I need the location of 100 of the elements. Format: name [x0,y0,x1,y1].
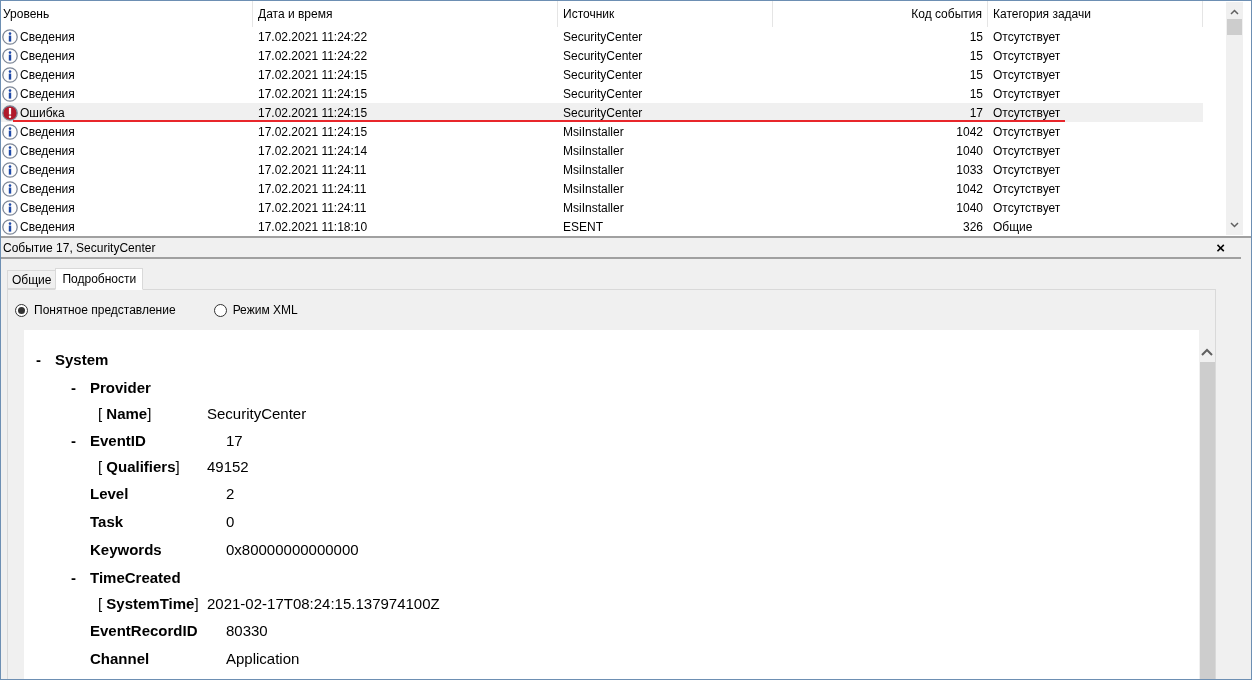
field-name: EventID [90,430,147,451]
scroll-up-icon[interactable] [1230,9,1239,15]
table-cell-text: SecurityCenter [563,28,643,46]
scroll-up-icon[interactable] [1201,348,1213,356]
table-cell-text: 17.02.2021 11:24:14 [258,142,368,160]
table-cell-text: 1042 [956,123,983,141]
table-cell-text: SecurityCenter [563,104,643,122]
table-cell-text: Отсутствует [993,85,1061,103]
table-cell-text: Отсутствует [993,142,1061,160]
table-cell-text: Отсутствует [993,199,1061,217]
table-cell-text: MsiInstaller [563,161,624,179]
table-cell-text: MsiInstaller [563,180,624,198]
info-icon [2,66,18,83]
collapse-toggle[interactable]: - [71,429,76,453]
scroll-down-icon[interactable] [1230,222,1239,228]
field-name: Task [90,511,125,532]
info-icon [2,180,18,197]
table-cell-text: 17.02.2021 11:24:22 [258,47,368,65]
field-name: EventRecordID [90,620,199,641]
field-value: 0 [225,511,235,532]
field-name: TimeCreated [90,567,182,588]
attribute-name: [ Name] [98,404,153,425]
table-cell-text: Сведения [20,199,75,217]
table-cell-text: MsiInstaller [563,123,624,141]
table-cell-text: Сведения [20,123,75,141]
table-cell-text: 17.02.2021 11:24:15 [258,104,368,122]
info-icon [2,85,18,102]
info-icon [2,47,18,64]
field-value: 17 [225,430,243,451]
table-cell-text: Отсутствует [993,104,1061,122]
info-icon [2,218,18,235]
table-cell-text: Сведения [20,85,75,103]
table-cell-text: Сведения [20,218,75,236]
table-cell-text: 17.02.2021 11:24:15 [258,123,368,141]
field-value: SecurityCenter [206,404,307,425]
field-name: Channel [90,648,151,669]
table-cell-text: 15 [969,85,983,103]
table-cell-text: 17.02.2021 11:24:22 [258,28,368,46]
radio-option[interactable]: Режим XML [213,301,298,319]
table-cell-text: Отсутствует [993,66,1061,84]
table-cell-text: MsiInstaller [563,199,624,217]
table-cell-text: Ошибка [20,104,65,122]
table-cell-text: Отсутствует [993,28,1061,46]
table-cell-text: Отсутствует [993,47,1061,65]
table-cell-text: 17.02.2021 11:24:11 [258,180,367,198]
table-cell-text: 17.02.2021 11:24:11 [258,161,367,179]
tab[interactable]: Общие [7,270,56,289]
field-value: 0x80000000000000 [225,539,359,560]
table-cell-text: SecurityCenter [563,47,643,65]
table-cell-text: Сведения [20,180,75,198]
radio-option[interactable]: Понятное представление [15,301,176,319]
table-cell-text: 1040 [956,142,983,160]
collapse-toggle[interactable]: - [71,376,76,400]
table-cell-text: 17.02.2021 11:24:15 [258,85,368,103]
table-cell-text: 17.02.2021 11:18:10 [258,218,368,236]
field-name: Level [90,483,130,504]
field-value: 49152 [206,457,249,478]
table-cell-text: 15 [969,28,983,46]
table-cell-text: 17.02.2021 11:24:15 [258,66,368,84]
table-cell-text: Отсутствует [993,161,1061,179]
info-icon [2,123,18,140]
field-name: System [55,349,110,370]
field-name: Keywords [90,539,163,560]
field-value: 2 [225,483,235,504]
table-cell-text: 15 [969,47,983,65]
table-cell-text: SecurityCenter [563,66,643,84]
field-value: Application [225,648,300,669]
pane-title: Событие 17, SecurityCenter [3,239,156,257]
scrollbar[interactable] [1226,2,1243,235]
field-value: 80330 [225,620,268,641]
table-cell-text: 15 [969,66,983,84]
table-cell-text: Сведения [20,47,75,65]
radio-button[interactable] [15,303,28,317]
radio-button[interactable] [213,303,227,317]
table-cell-text: 1040 [956,199,983,217]
table-cell-text: 17.02.2021 11:24:11 [258,199,367,217]
info-icon [2,142,18,159]
table-cell-text: ESENT [563,218,603,236]
collapse-toggle[interactable]: - [71,566,76,590]
info-icon [2,161,18,178]
field-name: Provider [90,377,152,398]
table-cell-text: 17 [969,104,983,122]
table-cell-text: Сведения [20,28,75,46]
attribute-name: [ Qualifiers] [98,457,181,478]
error-icon [2,104,18,121]
table-cell-text: 1033 [956,161,983,179]
info-icon [2,199,18,216]
table-cell-text: Сведения [20,66,75,84]
collapse-toggle[interactable]: - [36,348,41,372]
table-cell-text: Отсутствует [993,180,1061,198]
table-cell-text: Сведения [20,161,75,179]
info-icon [2,28,18,45]
table-cell-text: 326 [962,218,983,236]
table-cell-text: SecurityCenter [563,85,643,103]
table-cell-text: Отсутствует [993,123,1061,141]
table-row[interactable]: Ошибка 17.02.2021 11:24:15 SecurityCenter 17 Отсутствует [1,103,1203,122]
field-value: 2021-02-17T08:24:15.137974100Z [206,594,440,615]
close-button[interactable]: × [1216,240,1225,255]
scrollbar-thumb[interactable] [1227,19,1242,35]
tab[interactable]: Подробности [55,268,144,290]
